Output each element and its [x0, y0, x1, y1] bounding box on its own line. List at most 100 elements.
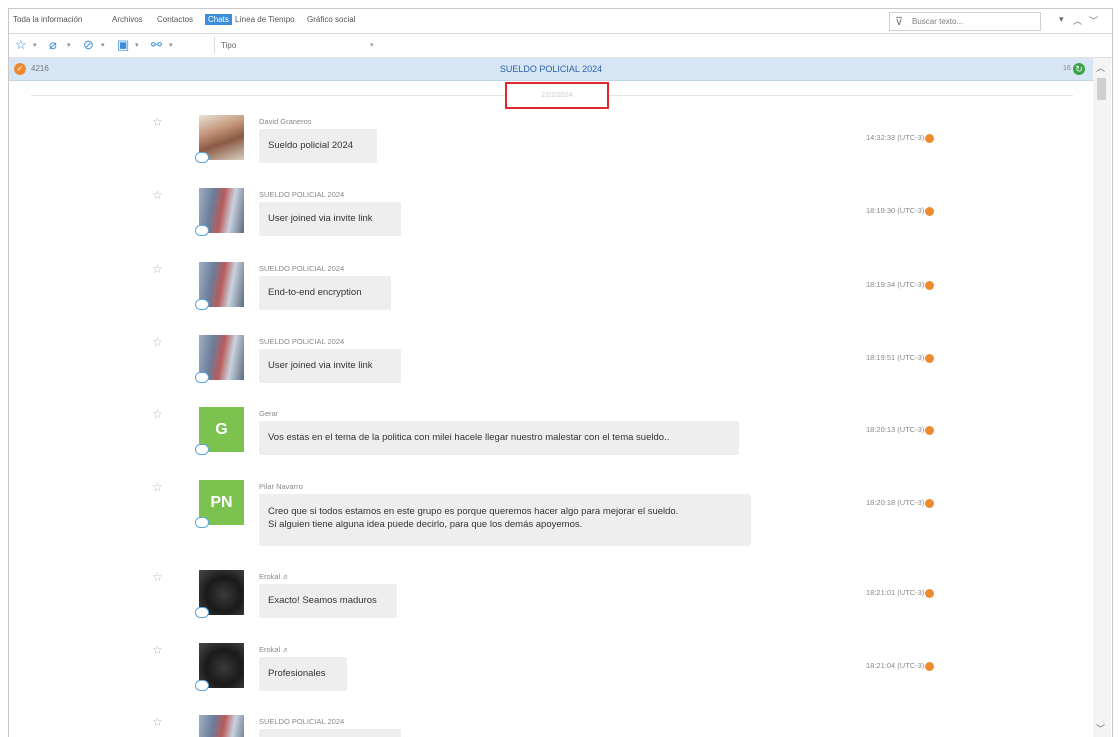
search-prev-icon[interactable]: ︿ [1073, 14, 1082, 27]
chat-header: ✓ 4216 SUELDO POLICIAL 2024 16 ↻ [9, 58, 1093, 81]
trash-dropdown-icon[interactable]: ▾ [135, 41, 139, 49]
message-time: 18:20:18 (UTC-3) [866, 498, 935, 508]
time-text: 18:21:01 (UTC-3) [866, 588, 925, 597]
tab-social-graph[interactable]: Gráfico social [307, 15, 355, 24]
chat-bubble-icon [195, 607, 209, 618]
trash-icon[interactable]: ▣ [117, 37, 129, 53]
tab-timeline[interactable]: Línea de Tiempo [235, 15, 295, 24]
chat-bubble-icon [195, 225, 209, 236]
chat-bubble-icon [195, 517, 209, 528]
chat-bubble-icon [195, 299, 209, 310]
chat-bubble-icon [195, 372, 209, 383]
tag-dropdown-icon[interactable]: ▾ [67, 41, 71, 49]
tag-icon[interactable]: ⌀ [49, 37, 57, 53]
message-bubble[interactable]: User joined via invite link [259, 349, 401, 383]
message-time: 14:32:33 (UTC-3) [866, 133, 935, 143]
scroll-down-icon[interactable]: ﹀ [1096, 722, 1105, 735]
message-time: 18:20:13 (UTC-3) [866, 425, 935, 435]
funnel-icon[interactable]: ⊽ [895, 15, 903, 28]
message-bubble[interactable]: User joined via invite link [259, 202, 401, 236]
time-text: 18:19:30 (UTC-3) [866, 206, 925, 215]
attachment-icon[interactable]: ⊘ [83, 37, 94, 53]
message-text: Si alguien tiene alguna idea puede decir… [268, 519, 583, 530]
source-icon [925, 280, 935, 290]
time-text: 18:19:51 (UTC-3) [866, 353, 925, 362]
source-icon [925, 133, 935, 143]
star-icon[interactable]: ☆ [152, 335, 163, 349]
scroll-thumb[interactable] [1097, 78, 1106, 100]
source-icon [925, 425, 935, 435]
tab-files[interactable]: Archivos [112, 15, 143, 24]
tab-bar: Toda la información Archivos Contactos C… [9, 9, 1112, 34]
star-filter-dropdown-icon[interactable]: ▾ [33, 41, 37, 49]
message-time: 18:19:51 (UTC-3) [866, 353, 935, 363]
sender-name: SUELDO POLICIAL 2024 [259, 717, 345, 726]
tab-all-info[interactable]: Toda la información [13, 15, 82, 24]
sender-name: Erokal ♬ [259, 645, 290, 654]
star-icon[interactable]: ☆ [152, 115, 163, 129]
source-icon [925, 353, 935, 363]
star-filter-icon[interactable]: ☆ [15, 37, 27, 53]
message-bubble[interactable]: Vos estas en el tema de la politica con … [259, 421, 739, 455]
sender-name: SUELDO POLICIAL 2024 [259, 337, 345, 346]
message-text: Vos estas en el tema de la politica con … [268, 432, 670, 443]
time-text: 18:19:34 (UTC-3) [866, 280, 925, 289]
sender-name: David Graneros [259, 117, 312, 126]
message-bubble[interactable]: Creo que si todos estamos en este grupo … [259, 494, 751, 546]
message-bubble[interactable]: Exacto! Seamos maduros [259, 584, 397, 618]
tab-contacts[interactable]: Contactos [157, 15, 193, 24]
star-icon[interactable]: ☆ [152, 480, 163, 494]
chat-bubble-icon [195, 152, 209, 163]
message-bubble[interactable]: Sueldo policial 2024 [259, 129, 377, 163]
message-text: End-to-end encryption [268, 287, 362, 298]
star-icon[interactable]: ☆ [152, 407, 163, 421]
time-text: 18:20:13 (UTC-3) [866, 425, 925, 434]
message-time: 18:21:01 (UTC-3) [866, 588, 935, 598]
search-box[interactable]: ⊽ Buscar texto... [889, 12, 1041, 31]
message-text: User joined via invite link [268, 213, 373, 224]
sender-name: SUELDO POLICIAL 2024 [259, 190, 345, 199]
star-icon[interactable]: ☆ [152, 643, 163, 657]
star-icon[interactable]: ☆ [152, 188, 163, 202]
share-dropdown-icon[interactable]: ▾ [169, 41, 173, 49]
message-text: User joined via invite link [268, 360, 373, 371]
type-filter-select[interactable]: Tipo ▾ [214, 37, 383, 53]
time-text: 18:21:04 (UTC-3) [866, 661, 925, 670]
search-placeholder: Buscar texto... [912, 17, 964, 26]
tab-chats[interactable]: Chats [205, 14, 232, 25]
message-time: 18:19:30 (UTC-3) [866, 206, 935, 216]
source-icon [925, 661, 935, 671]
search-dropdown-icon[interactable]: ▾ [1059, 14, 1064, 25]
avatar [199, 715, 244, 737]
message-bubble[interactable]: End-to-end encryption [259, 276, 391, 310]
toolbar: ☆ ▾ ⌀ ▾ ⊘ ▾ ▣ ▾ ⚯ ▾ Tipo ▾ [9, 34, 1112, 58]
share-icon[interactable]: ⚯ [151, 37, 162, 53]
message-bubble[interactable]: Profesionales [259, 657, 347, 691]
source-icon [925, 588, 935, 598]
chat-message: ☆ SUELDO POLICIAL 2024 [9, 715, 1093, 737]
message-time: 18:19:34 (UTC-3) [866, 280, 935, 290]
sync-icon[interactable]: ↻ [1073, 63, 1085, 75]
message-text: Exacto! Seamos maduros [268, 595, 377, 606]
scroll-up-icon[interactable]: ︿ [1096, 61, 1105, 74]
star-icon[interactable]: ☆ [152, 262, 163, 276]
message-text: Sueldo policial 2024 [268, 140, 354, 151]
sender-name: SUELDO POLICIAL 2024 [259, 264, 345, 273]
message-text: Creo que si todos estamos en este grupo … [268, 506, 679, 517]
sender-name: Erokal ♬ [259, 572, 290, 581]
time-text: 18:20:18 (UTC-3) [866, 498, 925, 507]
participant-count: 16 [1063, 65, 1071, 72]
date-separator: 22/2/2024 [505, 82, 609, 109]
source-icon [925, 498, 935, 508]
message-text: Profesionales [268, 668, 326, 679]
sender-name: Pilar Navarro [259, 482, 303, 491]
star-icon[interactable]: ☆ [152, 570, 163, 584]
source-icon [925, 206, 935, 216]
time-text: 14:32:33 (UTC-3) [866, 133, 925, 142]
main-window: Toda la información Archivos Contactos C… [8, 8, 1113, 737]
sender-name: Gerar [259, 409, 279, 418]
star-icon[interactable]: ☆ [152, 715, 163, 729]
vertical-scrollbar[interactable]: ︿ ﹀ [1093, 58, 1111, 737]
search-next-icon[interactable]: ﹀ [1089, 14, 1098, 27]
attachment-dropdown-icon[interactable]: ▾ [101, 41, 105, 49]
